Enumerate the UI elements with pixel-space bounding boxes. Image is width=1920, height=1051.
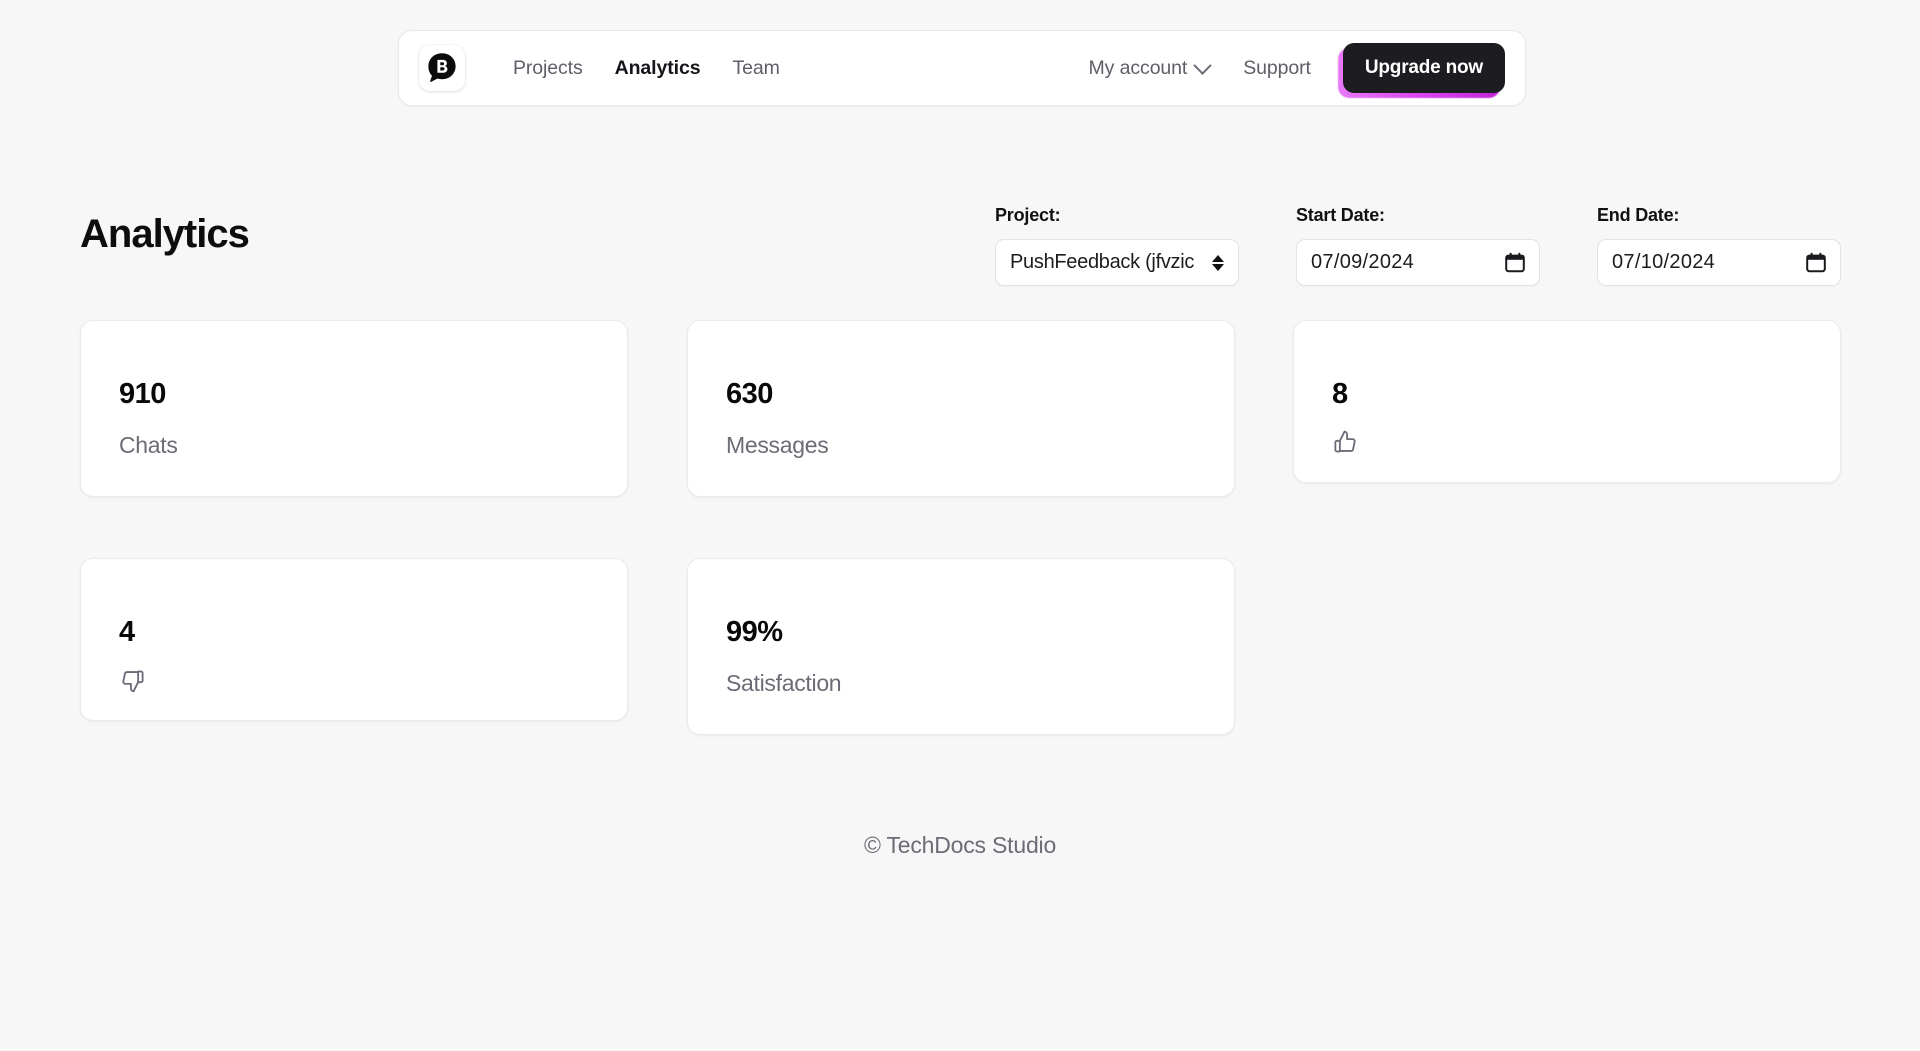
top-navigation-bar: Projects Analytics Team My account Suppo…: [398, 30, 1526, 106]
calendar-icon[interactable]: [1806, 252, 1826, 273]
navbar-right-group: My account Support Upgrade now: [1073, 43, 1505, 98]
filters-bar: Project: PushFeedback (jfvzic Start Date…: [995, 205, 1841, 286]
start-date-filter-group: Start Date: 07/09/2024: [1296, 205, 1540, 286]
calendar-icon[interactable]: [1505, 252, 1525, 273]
project-filter-group: Project: PushFeedback (jfvzic: [995, 205, 1239, 286]
project-select[interactable]: PushFeedback (jfvzic: [995, 239, 1239, 286]
navbar: Projects Analytics Team My account Suppo…: [398, 30, 1526, 106]
thumbs-up-icon: [1332, 429, 1359, 461]
project-select-value: PushFeedback (jfvzic: [1010, 251, 1195, 273]
my-account-label: My account: [1088, 56, 1188, 79]
stat-value: 910: [119, 378, 166, 410]
stat-label: Satisfaction: [726, 670, 842, 696]
nav-links: Projects Analytics Team: [497, 49, 796, 88]
stat-value: 4: [119, 616, 135, 648]
footer-copyright: © TechDocs Studio: [863, 832, 1057, 858]
brand-logo[interactable]: [419, 45, 465, 91]
stat-card-chats: 910 Chats: [80, 320, 628, 497]
thumbs-down-icon: [119, 667, 146, 699]
stat-card-satisfaction: 99% Satisfaction: [687, 558, 1235, 735]
stat-label: Chats: [119, 432, 178, 458]
chevron-down-icon: [1193, 55, 1212, 75]
stat-card-thumbs-down: 4: [80, 558, 628, 721]
stat-value: 630: [726, 378, 773, 410]
start-date-value: 07/09/2024: [1311, 251, 1415, 273]
nav-link-support[interactable]: Support: [1225, 49, 1329, 88]
start-date-input[interactable]: 07/09/2024: [1296, 239, 1540, 286]
project-filter-label: Project:: [995, 205, 1061, 225]
my-account-menu[interactable]: My account: [1073, 49, 1226, 88]
navbar-left-group: Projects Analytics Team: [419, 45, 796, 91]
speech-bubble-b-logo-icon: [425, 51, 459, 85]
nav-link-team[interactable]: Team: [716, 49, 795, 88]
nav-link-analytics[interactable]: Analytics: [599, 49, 717, 88]
end-date-filter-group: End Date: 07/10/2024: [1597, 205, 1841, 286]
end-date-input[interactable]: 07/10/2024: [1597, 239, 1841, 286]
stat-value: 8: [1332, 378, 1348, 410]
upgrade-button-wrapper: Upgrade now: [1337, 43, 1505, 98]
nav-link-projects[interactable]: Projects: [497, 49, 599, 88]
stat-value: 99%: [726, 616, 783, 648]
end-date-value: 07/10/2024: [1612, 251, 1716, 273]
stat-card-thumbs-up: 8: [1293, 320, 1841, 483]
page-title: Analytics: [80, 212, 250, 256]
stat-card-messages: 630 Messages: [687, 320, 1235, 497]
upgrade-now-button[interactable]: Upgrade now: [1342, 43, 1505, 93]
stat-label: Messages: [726, 432, 829, 458]
end-date-label: End Date:: [1597, 205, 1680, 225]
start-date-label: Start Date:: [1296, 205, 1385, 225]
select-updown-icon: [1212, 254, 1224, 271]
